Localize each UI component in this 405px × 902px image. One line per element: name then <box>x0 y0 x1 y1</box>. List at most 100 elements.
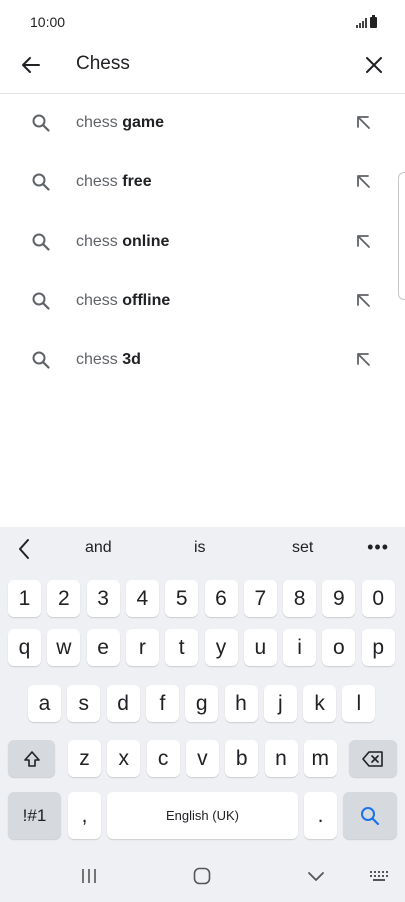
suggestion-completion: free <box>122 173 152 191</box>
fill-query-arrow-icon[interactable] <box>353 172 373 192</box>
backspace-key[interactable] <box>349 740 397 777</box>
key-m[interactable]: m <box>303 740 337 777</box>
key-l[interactable]: l <box>342 685 376 722</box>
suggestion-text: chess online <box>76 232 169 252</box>
prediction-more-button[interactable]: ••• <box>367 537 389 558</box>
suggestion-item[interactable]: chess online <box>0 213 405 272</box>
space-key[interactable]: English (UK) <box>107 792 298 839</box>
status-time: 10:00 <box>30 14 66 30</box>
key-z[interactable]: z <box>68 740 101 777</box>
key-2[interactable]: 2 <box>47 580 81 617</box>
arrow-left-icon <box>22 57 40 73</box>
period-key[interactable]: . <box>304 792 337 839</box>
key-q[interactable]: q <box>8 629 41 666</box>
key-h[interactable]: h <box>224 685 258 722</box>
symbols-key[interactable]: !#1 <box>8 792 61 839</box>
suggestion-item[interactable]: chess offline <box>0 272 405 331</box>
clear-search-button[interactable] <box>359 50 389 80</box>
status-bar: 10:00 <box>0 0 405 44</box>
recent-apps-icon <box>82 869 96 883</box>
key-7[interactable]: 7 <box>243 580 277 617</box>
key-6[interactable]: 6 <box>204 580 238 617</box>
key-a[interactable]: a <box>28 685 61 722</box>
suggestion-text: chess game <box>76 113 164 133</box>
key-u[interactable]: u <box>243 629 277 666</box>
prediction-back-button[interactable] <box>14 537 34 561</box>
key-o[interactable]: o <box>322 629 356 666</box>
key-9[interactable]: 9 <box>322 580 356 617</box>
suggestion-item[interactable]: chess 3d <box>0 331 405 390</box>
backspace-icon <box>362 750 383 767</box>
key-e[interactable]: e <box>86 629 120 666</box>
key-1[interactable]: 1 <box>8 580 41 617</box>
search-input[interactable]: Chess <box>76 51 130 77</box>
fill-query-arrow-icon[interactable] <box>353 291 373 311</box>
key-i[interactable]: i <box>283 629 317 666</box>
key-s[interactable]: s <box>67 685 101 722</box>
keyboard: and is set ••• 1234567890 qwertyuiop asdfg… <box>0 527 405 902</box>
key-t[interactable]: t <box>165 629 199 666</box>
battery-icon <box>370 15 377 28</box>
prediction-bar: and is set ••• <box>0 527 405 571</box>
key-5[interactable]: 5 <box>165 580 199 617</box>
prediction-word-3[interactable]: set <box>292 539 313 557</box>
suggestion-prefix: chess <box>76 173 118 191</box>
key-k[interactable]: k <box>303 685 337 722</box>
suggestion-text: chess 3d <box>76 350 141 370</box>
key-w[interactable]: w <box>47 629 81 666</box>
suggestion-completion: game <box>122 114 165 131</box>
fill-query-arrow-icon[interactable] <box>353 232 373 252</box>
close-icon <box>366 57 382 73</box>
search-bar: Chess <box>0 44 405 94</box>
key-8[interactable]: 8 <box>283 580 317 617</box>
key-f[interactable]: f <box>145 685 179 722</box>
suggestion-prefix: chess <box>76 351 118 369</box>
key-j[interactable]: j <box>263 685 297 722</box>
signal-icon <box>356 18 367 28</box>
suggestion-completion: offline <box>122 291 171 309</box>
key-0[interactable]: 0 <box>361 580 395 617</box>
fill-query-arrow-icon[interactable] <box>353 350 373 370</box>
scroll-handle[interactable] <box>398 172 405 300</box>
search-icon <box>32 292 50 310</box>
search-icon <box>32 114 50 132</box>
shift-key[interactable] <box>8 740 55 777</box>
key-3[interactable]: 3 <box>86 580 120 617</box>
key-v[interactable]: v <box>185 740 219 777</box>
suggestion-completion: 3d <box>122 351 141 369</box>
key-p[interactable]: p <box>361 629 395 666</box>
recent-apps-button[interactable] <box>74 864 104 888</box>
suggestion-text: chess free <box>76 172 152 192</box>
key-c[interactable]: c <box>146 740 180 777</box>
hide-keyboard-button[interactable] <box>301 864 331 888</box>
comma-key[interactable]: , <box>68 792 101 839</box>
status-icons <box>356 14 377 28</box>
fill-query-arrow-icon[interactable] <box>353 113 373 133</box>
chevron-left-icon <box>19 539 29 559</box>
home-button[interactable] <box>187 864 217 888</box>
key-y[interactable]: y <box>204 629 238 666</box>
suggestion-prefix: chess <box>76 291 118 309</box>
key-n[interactable]: n <box>264 740 298 777</box>
key-r[interactable]: r <box>125 629 159 666</box>
search-icon <box>32 233 50 251</box>
suggestion-prefix: chess <box>76 232 118 250</box>
key-x[interactable]: x <box>107 740 141 777</box>
search-icon <box>32 351 50 369</box>
navigation-bar <box>0 848 405 902</box>
key-d[interactable]: d <box>106 685 140 722</box>
key-b[interactable]: b <box>225 740 259 777</box>
key-g[interactable]: g <box>185 685 219 722</box>
keyboard-switch-button[interactable] <box>364 864 394 888</box>
suggestion-item[interactable]: chess game <box>0 94 405 153</box>
key-4[interactable]: 4 <box>125 580 159 617</box>
keyboard-icon <box>370 871 388 881</box>
suggestion-item[interactable]: chess free <box>0 153 405 212</box>
prediction-word-1[interactable]: and <box>85 539 112 557</box>
prediction-word-2[interactable]: is <box>194 539 206 557</box>
search-key[interactable] <box>343 792 397 839</box>
back-button[interactable] <box>16 50 46 80</box>
search-icon <box>361 806 380 825</box>
suggestion-text: chess offline <box>76 291 170 311</box>
chevron-down-icon <box>308 872 324 881</box>
